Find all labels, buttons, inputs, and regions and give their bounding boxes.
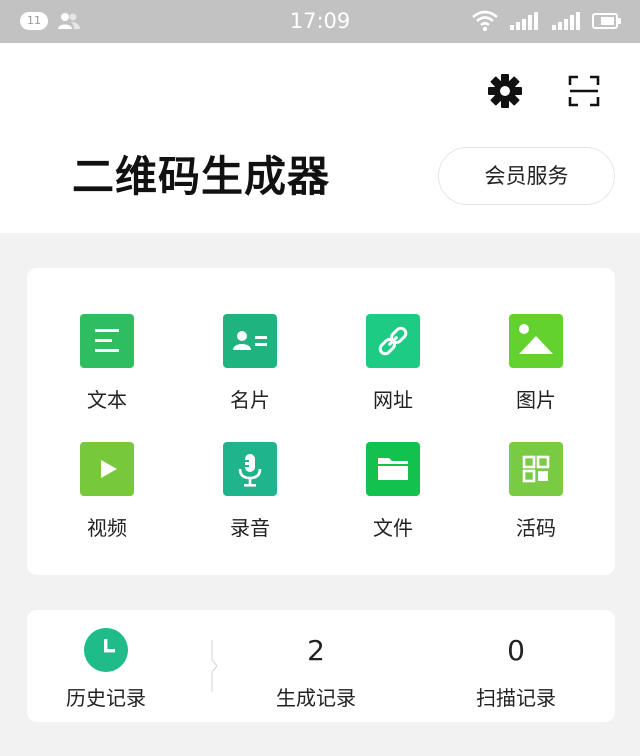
tile-label: 文本 [87,388,127,412]
gear-icon[interactable] [483,69,527,113]
tile-live-code[interactable]: 活码 [466,442,606,562]
vip-service-button[interactable]: 会员服务 [438,147,615,205]
image-icon [509,314,563,368]
scan-icon[interactable] [562,69,606,113]
text-icon [80,314,134,368]
tile-label: 图片 [516,388,556,412]
generated-label[interactable]: 生成记录 [246,682,386,711]
qr-type-grid: 文本 名片 网址 图片 视频 录音 文件 活码 [27,268,615,575]
folder-icon [366,442,420,496]
generated-count[interactable]: 2 [246,634,386,667]
tile-label: 网址 [373,388,413,412]
app-header: 二维码生成器 会员服务 [0,43,640,233]
business-card-icon [223,314,277,368]
clock-icon[interactable] [84,628,128,672]
page-title: 二维码生成器 [72,152,331,201]
video-icon [80,442,134,496]
scanned-count[interactable]: 0 [446,634,586,667]
link-icon [366,314,420,368]
tile-label: 录音 [230,516,270,540]
microphone-icon [223,442,277,496]
signal-icon-1 [510,12,538,30]
scanned-label[interactable]: 扫描记录 [446,682,586,711]
wifi-icon [472,10,498,32]
tile-label: 视频 [87,516,127,540]
tile-label: 文件 [373,516,413,540]
signal-icon-2 [552,12,580,30]
tile-link[interactable]: 网址 [323,314,463,434]
tile-text[interactable]: 文本 [37,314,177,434]
tile-audio[interactable]: 录音 [180,442,320,562]
tile-label: 活码 [516,516,556,540]
history-label[interactable]: 历史记录 [36,682,176,711]
status-time: 17:09 [289,9,351,33]
tile-video[interactable]: 视频 [37,442,177,562]
tile-image[interactable]: 图片 [466,314,606,434]
live-code-icon [509,442,563,496]
status-bar: 11 17:09 [0,0,640,43]
tile-business-card[interactable]: 名片 [180,314,320,434]
tile-file[interactable]: 文件 [323,442,463,562]
battery-icon [592,13,621,29]
divider-chevron [211,640,218,692]
records-card: 历史记录 2 生成记录 0 扫描记录 [27,610,615,722]
tile-label: 名片 [230,388,270,412]
